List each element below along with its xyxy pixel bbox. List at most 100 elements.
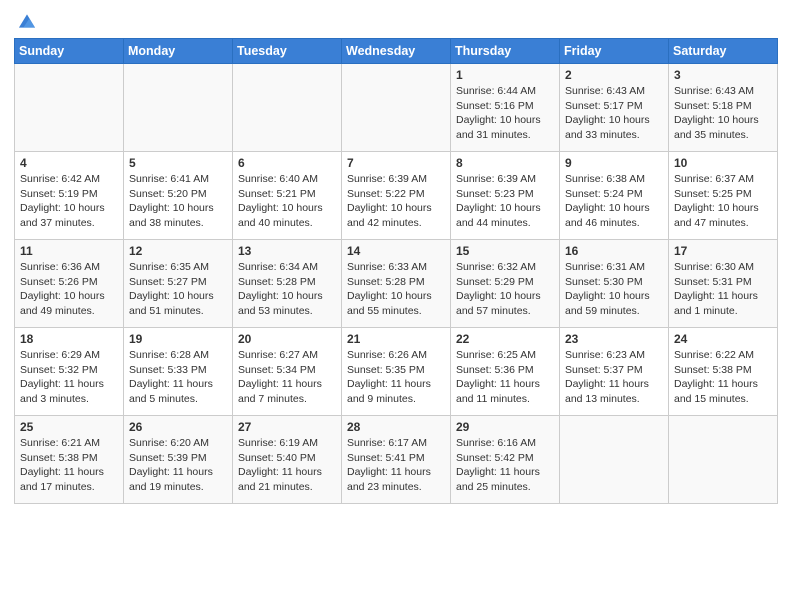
day-number: 29: [456, 420, 554, 434]
day-number: 17: [674, 244, 772, 258]
day-cell: 21 Sunrise: 6:26 AMSunset: 5:35 PMDayligh…: [342, 328, 451, 416]
day-cell: [560, 416, 669, 504]
day-info: Sunrise: 6:22 AMSunset: 5:38 PMDaylight:…: [674, 348, 772, 407]
day-cell: 28 Sunrise: 6:17 AMSunset: 5:41 PMDayligh…: [342, 416, 451, 504]
weekday-header-tuesday: Tuesday: [233, 39, 342, 64]
day-number: 26: [129, 420, 227, 434]
day-number: 25: [20, 420, 118, 434]
day-cell: 15 Sunrise: 6:32 AMSunset: 5:29 PMDayligh…: [451, 240, 560, 328]
day-cell: [342, 64, 451, 152]
day-info: Sunrise: 6:34 AMSunset: 5:28 PMDaylight:…: [238, 260, 336, 319]
weekday-header-saturday: Saturday: [669, 39, 778, 64]
calendar-table: SundayMondayTuesdayWednesdayThursdayFrid…: [14, 38, 778, 504]
day-number: 22: [456, 332, 554, 346]
day-number: 12: [129, 244, 227, 258]
weekday-header-wednesday: Wednesday: [342, 39, 451, 64]
week-row-1: 4 Sunrise: 6:42 AMSunset: 5:19 PMDaylight…: [15, 152, 778, 240]
logo-icon: [16, 10, 38, 32]
day-number: 10: [674, 156, 772, 170]
day-cell: 23 Sunrise: 6:23 AMSunset: 5:37 PMDayligh…: [560, 328, 669, 416]
day-cell: 4 Sunrise: 6:42 AMSunset: 5:19 PMDaylight…: [15, 152, 124, 240]
day-cell: [15, 64, 124, 152]
day-cell: 29 Sunrise: 6:16 AMSunset: 5:42 PMDayligh…: [451, 416, 560, 504]
day-number: 23: [565, 332, 663, 346]
day-info: Sunrise: 6:26 AMSunset: 5:35 PMDaylight:…: [347, 348, 445, 407]
day-info: Sunrise: 6:31 AMSunset: 5:30 PMDaylight:…: [565, 260, 663, 319]
day-info: Sunrise: 6:42 AMSunset: 5:19 PMDaylight:…: [20, 172, 118, 231]
day-number: 15: [456, 244, 554, 258]
day-cell: 10Sunrise: 6:37 AMSunset: 5:25 PMDayligh…: [669, 152, 778, 240]
day-cell: 19Sunrise: 6:28 AMSunset: 5:33 PMDayligh…: [124, 328, 233, 416]
day-cell: 27 Sunrise: 6:19 AMSunset: 5:40 PMDayligh…: [233, 416, 342, 504]
weekday-header-row: SundayMondayTuesdayWednesdayThursdayFrid…: [15, 39, 778, 64]
day-number: 21: [347, 332, 445, 346]
day-cell: [124, 64, 233, 152]
day-number: 2: [565, 68, 663, 82]
day-cell: 24 Sunrise: 6:22 AMSunset: 5:38 PMDayligh…: [669, 328, 778, 416]
day-info: Sunrise: 6:29 AMSunset: 5:32 PMDaylight:…: [20, 348, 118, 407]
day-cell: 20Sunrise: 6:27 AMSunset: 5:34 PMDayligh…: [233, 328, 342, 416]
day-cell: 3 Sunrise: 6:43 AMSunset: 5:18 PMDaylight…: [669, 64, 778, 152]
day-number: 19: [129, 332, 227, 346]
weekday-header-sunday: Sunday: [15, 39, 124, 64]
day-number: 7: [347, 156, 445, 170]
day-info: Sunrise: 6:19 AMSunset: 5:40 PMDaylight:…: [238, 436, 336, 495]
day-info: Sunrise: 6:30 AMSunset: 5:31 PMDaylight:…: [674, 260, 772, 319]
day-number: 16: [565, 244, 663, 258]
day-number: 1: [456, 68, 554, 82]
day-number: 13: [238, 244, 336, 258]
day-cell: 17 Sunrise: 6:30 AMSunset: 5:31 PMDayligh…: [669, 240, 778, 328]
day-info: Sunrise: 6:33 AMSunset: 5:28 PMDaylight:…: [347, 260, 445, 319]
day-cell: 11 Sunrise: 6:36 AMSunset: 5:26 PMDayligh…: [15, 240, 124, 328]
day-number: 3: [674, 68, 772, 82]
day-info: Sunrise: 6:39 AMSunset: 5:22 PMDaylight:…: [347, 172, 445, 231]
day-number: 6: [238, 156, 336, 170]
day-info: Sunrise: 6:16 AMSunset: 5:42 PMDaylight:…: [456, 436, 554, 495]
day-number: 27: [238, 420, 336, 434]
day-cell: 25Sunrise: 6:21 AMSunset: 5:38 PMDayligh…: [15, 416, 124, 504]
weekday-header-friday: Friday: [560, 39, 669, 64]
day-info: Sunrise: 6:17 AMSunset: 5:41 PMDaylight:…: [347, 436, 445, 495]
day-info: Sunrise: 6:44 AMSunset: 5:16 PMDaylight:…: [456, 84, 554, 143]
week-row-0: 1 Sunrise: 6:44 AMSunset: 5:16 PMDaylight…: [15, 64, 778, 152]
day-cell: 9 Sunrise: 6:38 AMSunset: 5:24 PMDaylight…: [560, 152, 669, 240]
day-cell: 18 Sunrise: 6:29 AMSunset: 5:32 PMDayligh…: [15, 328, 124, 416]
week-row-4: 25Sunrise: 6:21 AMSunset: 5:38 PMDayligh…: [15, 416, 778, 504]
day-number: 18: [20, 332, 118, 346]
day-number: 28: [347, 420, 445, 434]
day-number: 4: [20, 156, 118, 170]
day-info: Sunrise: 6:25 AMSunset: 5:36 PMDaylight:…: [456, 348, 554, 407]
day-cell: 16 Sunrise: 6:31 AMSunset: 5:30 PMDayligh…: [560, 240, 669, 328]
day-cell: 7 Sunrise: 6:39 AMSunset: 5:22 PMDaylight…: [342, 152, 451, 240]
day-info: Sunrise: 6:43 AMSunset: 5:17 PMDaylight:…: [565, 84, 663, 143]
day-cell: 5 Sunrise: 6:41 AMSunset: 5:20 PMDaylight…: [124, 152, 233, 240]
day-info: Sunrise: 6:35 AMSunset: 5:27 PMDaylight:…: [129, 260, 227, 319]
day-cell: [669, 416, 778, 504]
day-cell: 6Sunrise: 6:40 AMSunset: 5:21 PMDaylight…: [233, 152, 342, 240]
day-info: Sunrise: 6:43 AMSunset: 5:18 PMDaylight:…: [674, 84, 772, 143]
day-cell: 13 Sunrise: 6:34 AMSunset: 5:28 PMDayligh…: [233, 240, 342, 328]
day-number: 24: [674, 332, 772, 346]
day-cell: 2 Sunrise: 6:43 AMSunset: 5:17 PMDaylight…: [560, 64, 669, 152]
day-cell: [233, 64, 342, 152]
day-cell: 22 Sunrise: 6:25 AMSunset: 5:36 PMDayligh…: [451, 328, 560, 416]
day-info: Sunrise: 6:41 AMSunset: 5:20 PMDaylight:…: [129, 172, 227, 231]
day-cell: 1 Sunrise: 6:44 AMSunset: 5:16 PMDaylight…: [451, 64, 560, 152]
day-number: 5: [129, 156, 227, 170]
week-row-2: 11 Sunrise: 6:36 AMSunset: 5:26 PMDayligh…: [15, 240, 778, 328]
logo: [14, 10, 38, 32]
day-cell: 8Sunrise: 6:39 AMSunset: 5:23 PMDaylight…: [451, 152, 560, 240]
weekday-header-thursday: Thursday: [451, 39, 560, 64]
day-cell: 14 Sunrise: 6:33 AMSunset: 5:28 PMDayligh…: [342, 240, 451, 328]
day-info: Sunrise: 6:36 AMSunset: 5:26 PMDaylight:…: [20, 260, 118, 319]
day-info: Sunrise: 6:39 AMSunset: 5:23 PMDaylight:…: [456, 172, 554, 231]
day-info: Sunrise: 6:38 AMSunset: 5:24 PMDaylight:…: [565, 172, 663, 231]
day-number: 14: [347, 244, 445, 258]
day-cell: 12 Sunrise: 6:35 AMSunset: 5:27 PMDayligh…: [124, 240, 233, 328]
day-number: 11: [20, 244, 118, 258]
week-row-3: 18 Sunrise: 6:29 AMSunset: 5:32 PMDayligh…: [15, 328, 778, 416]
day-cell: 26Sunrise: 6:20 AMSunset: 5:39 PMDayligh…: [124, 416, 233, 504]
day-info: Sunrise: 6:23 AMSunset: 5:37 PMDaylight:…: [565, 348, 663, 407]
day-number: 9: [565, 156, 663, 170]
day-info: Sunrise: 6:32 AMSunset: 5:29 PMDaylight:…: [456, 260, 554, 319]
